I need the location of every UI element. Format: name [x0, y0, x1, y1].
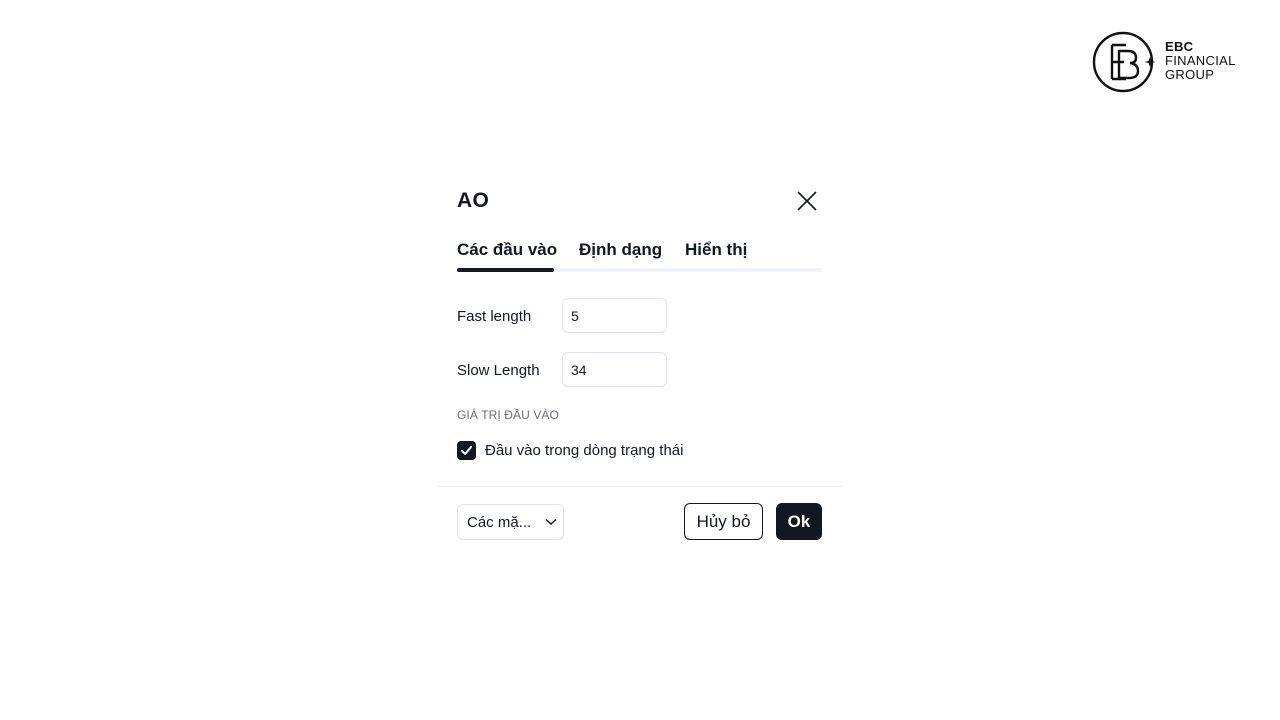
settings-dialog: AO Các đầu vào Định dạng Hiển thị Fast l…	[437, 170, 843, 560]
slow-length-input[interactable]	[562, 352, 667, 387]
cancel-button[interactable]: Hủy bỏ	[684, 503, 763, 540]
logo-line-ebc: EBC	[1165, 39, 1194, 54]
ok-button[interactable]: Ok	[776, 503, 822, 540]
defaults-dropdown-value: Các mặ...	[467, 514, 532, 531]
logo-line-financial: FINANCIAL	[1165, 53, 1236, 68]
active-tab-indicator	[457, 268, 554, 272]
chevron-down-icon	[545, 518, 557, 526]
page: EBC FINANCIAL GROUP AO Các đầu vào Định …	[0, 0, 1280, 720]
fast-length-label: Fast length	[457, 308, 532, 325]
close-button[interactable]	[795, 189, 819, 213]
statusline-inputs-label: Đầu vào trong dòng trạng thái	[485, 442, 684, 459]
fast-length-input[interactable]	[562, 298, 667, 333]
logo-line-group: GROUP	[1165, 67, 1215, 82]
ebc-logo-icon	[1092, 31, 1156, 93]
section-label-input-values: GIÁ TRỊ ĐẦU VÀO	[457, 408, 559, 422]
ebc-logo: EBC FINANCIAL GROUP	[1092, 30, 1252, 94]
statusline-inputs-checkbox[interactable]	[457, 441, 476, 460]
logo-text: EBC FINANCIAL GROUP	[1165, 40, 1236, 82]
tab-style[interactable]: Định dạng	[579, 240, 662, 260]
tab-bar: Các đầu vào Định dạng Hiển thị	[457, 240, 822, 274]
dialog-title: AO	[457, 189, 490, 212]
tab-visibility[interactable]: Hiển thị	[685, 240, 747, 260]
defaults-dropdown[interactable]: Các mặ...	[457, 504, 564, 540]
check-icon	[461, 446, 472, 455]
tab-inputs[interactable]: Các đầu vào	[457, 240, 557, 260]
slow-length-label: Slow Length	[457, 362, 540, 379]
footer-divider	[437, 486, 843, 487]
close-icon	[797, 191, 817, 211]
